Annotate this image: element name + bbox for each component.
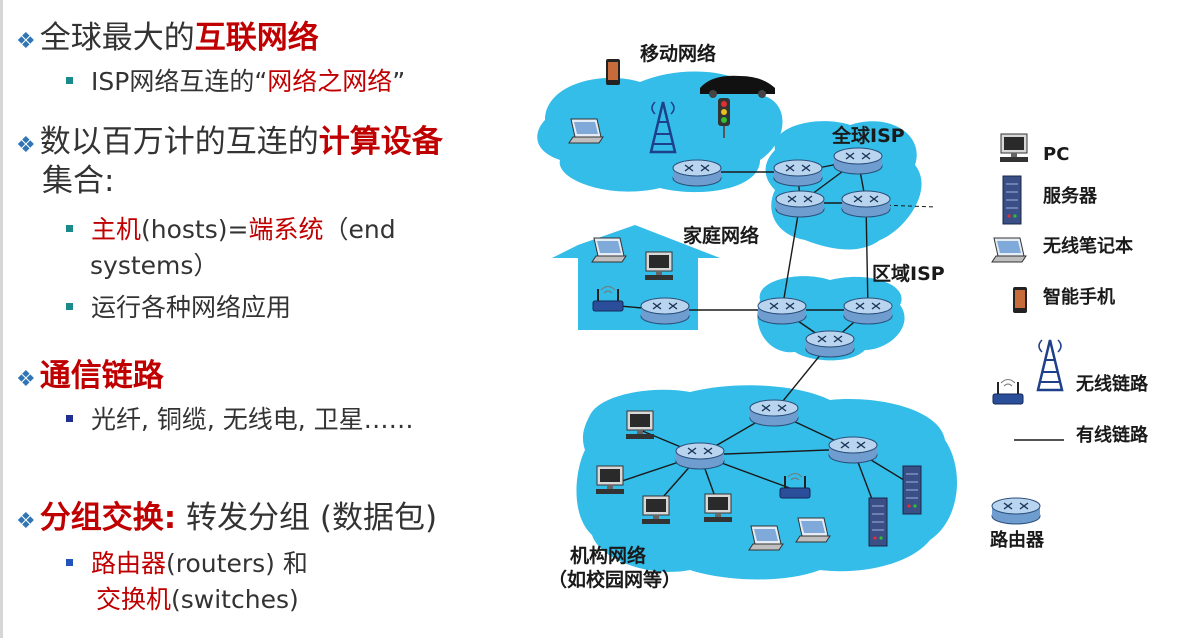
router xyxy=(749,399,799,427)
router xyxy=(640,297,690,325)
router xyxy=(805,330,855,358)
legend-router-icon xyxy=(991,497,1041,525)
legend-laptop-icon xyxy=(991,237,1027,263)
regional-isp-label: 区域ISP xyxy=(872,262,945,285)
legend-access-point-icon xyxy=(992,378,1024,405)
legend-phone-label: 智能手机 xyxy=(1043,286,1115,308)
legend-wired-label: 有线链路 xyxy=(1076,424,1149,446)
legend-wireless-label: 无线链路 xyxy=(1076,373,1149,395)
router xyxy=(841,190,891,218)
router xyxy=(757,297,807,325)
mobile-network-label: 移动网络 xyxy=(640,42,716,65)
legend-server-icon xyxy=(1002,175,1022,225)
legend-tower-icon xyxy=(1036,338,1064,392)
pc-icon xyxy=(595,465,625,495)
legend-pc-icon xyxy=(999,133,1029,163)
laptop-icon xyxy=(795,517,831,543)
pc-icon xyxy=(625,410,655,440)
router xyxy=(773,159,823,187)
router xyxy=(828,436,878,464)
legend-phone-icon xyxy=(1013,287,1027,313)
server-icon xyxy=(902,465,922,515)
router xyxy=(675,442,725,470)
phone-icon xyxy=(606,59,620,85)
network-diagram: 移动网络 全球ISP 家庭网络 区域ISP 机构网络 （如校园网等） PC 服务… xyxy=(537,42,1149,591)
legend: PC 服务器 无线笔记本 智能手机 无线链路 有线链路 路由器 xyxy=(990,133,1149,551)
router xyxy=(843,297,893,325)
institutional-network-label: 机构网络 xyxy=(570,544,646,567)
pc-icon xyxy=(644,251,674,281)
server-icon xyxy=(868,497,888,547)
pc-icon xyxy=(703,493,733,523)
home-network-label: 家庭网络 xyxy=(683,224,759,247)
legend-laptop-label: 无线笔记本 xyxy=(1043,235,1133,257)
global-isp-label: 全球ISP xyxy=(831,124,905,147)
legend-router-label: 路由器 xyxy=(990,529,1045,551)
router xyxy=(833,147,883,175)
legend-pc-label: PC xyxy=(1043,144,1069,165)
router xyxy=(775,190,825,218)
pc-icon xyxy=(641,495,671,525)
institutional-network-sublabel: （如校园网等） xyxy=(548,568,681,591)
laptop-icon xyxy=(748,525,784,551)
laptop-icon xyxy=(591,237,627,263)
router xyxy=(672,159,722,187)
legend-server-label: 服务器 xyxy=(1043,185,1098,207)
laptop-icon xyxy=(568,118,604,144)
